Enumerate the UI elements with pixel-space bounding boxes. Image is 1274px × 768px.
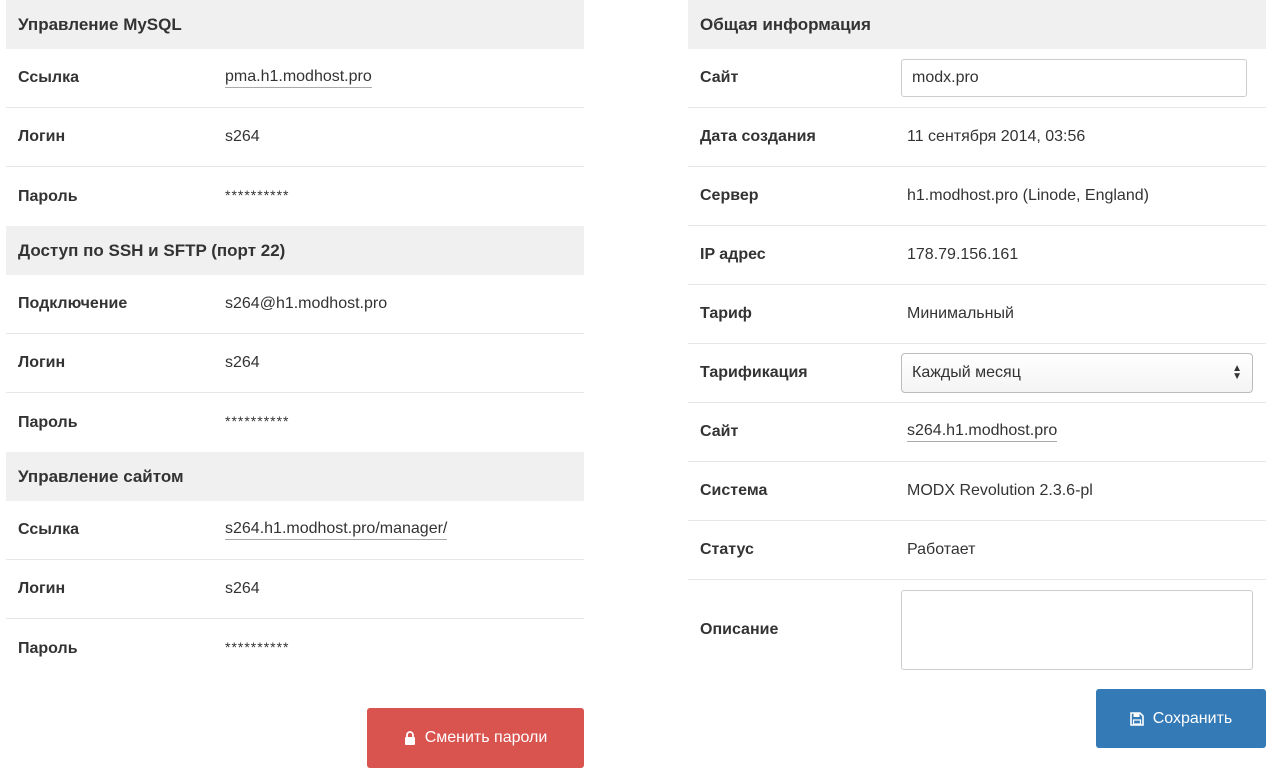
general-section-header: Общая информация (688, 0, 1266, 49)
system-label: Система (700, 482, 768, 499)
site-manager-login-value: s264 (225, 580, 260, 597)
mysql-link-label: Ссылка (18, 69, 79, 86)
ssh-section-header: Доступ по SSH и SFTP (порт 22) (6, 226, 584, 275)
site2-row: Сайт s264.h1.modhost.pro (688, 403, 1266, 462)
select-arrows-icon: ▲ ▼ (1232, 363, 1242, 382)
site-manager-password-value: ********** (225, 638, 290, 655)
status-row: Статус Работает (688, 521, 1266, 580)
tariff-row: Тариф Минимальный (688, 285, 1266, 344)
change-passwords-label: Сменить пароли (424, 729, 548, 746)
lock-icon (404, 731, 415, 745)
tariff-label: Тариф (700, 305, 752, 322)
billing-select[interactable]: Каждый месяц ▲ ▼ (901, 353, 1253, 393)
site-manager-section-header: Управление сайтом (6, 452, 584, 501)
mysql-login-row: Логин s264 (6, 108, 584, 167)
save-label: Сохранить (1152, 709, 1233, 727)
ssh-connection-label: Подключение (18, 295, 128, 312)
site-manager-password-row: Пароль ********** (6, 619, 584, 678)
general-section-title: Общая информация (700, 14, 871, 34)
site2-label: Сайт (700, 423, 739, 440)
ssh-password-value: ********** (225, 412, 290, 429)
site-row: Сайт (688, 49, 1266, 108)
billing-row: Тарификация Каждый месяц ▲ ▼ (688, 344, 1266, 403)
ssh-login-row: Логин s264 (6, 334, 584, 393)
mysql-password-label: Пароль (18, 187, 78, 205)
site-label: Сайт (700, 69, 739, 86)
server-row: Сервер h1.modhost.pro (Linode, England) (688, 167, 1266, 226)
created-row: Дата создания 11 сентября 2014, 03:56 (688, 108, 1266, 167)
ssh-connection-row: Подключение s264@h1.modhost.pro (6, 275, 584, 334)
mysql-password-value: ********** (225, 186, 290, 203)
change-passwords-button[interactable]: Сменить пароли (367, 708, 584, 768)
mysql-login-label: Логин (18, 128, 66, 145)
status-label: Статус (700, 541, 754, 558)
mysql-section-title: Управление MySQL (18, 14, 182, 34)
mysql-password-row: Пароль ********** (6, 167, 584, 226)
site-manager-section-title: Управление сайтом (18, 466, 184, 486)
site-input[interactable] (901, 59, 1247, 97)
mysql-link[interactable]: pma.h1.modhost.pro (225, 68, 372, 88)
created-label: Дата создания (700, 128, 816, 145)
left-panel: Управление MySQL Ссылка pma.h1.modhost.p… (6, 0, 584, 678)
server-label: Сервер (700, 187, 759, 204)
ip-label: IP адрес (700, 246, 766, 263)
ssh-login-value: s264 (225, 354, 260, 371)
description-label: Описание (700, 620, 779, 638)
right-panel: Общая информация Сайт Дата создания 11 с… (688, 0, 1266, 679)
site-manager-link[interactable]: s264.h1.modhost.pro/manager/ (225, 520, 448, 540)
tariff-value: Минимальный (907, 305, 1014, 322)
mysql-login-value: s264 (225, 128, 260, 145)
system-value: MODX Revolution 2.3.6-pl (907, 482, 1093, 499)
ssh-connection-value: s264@h1.modhost.pro (225, 295, 388, 312)
save-icon (1129, 711, 1144, 726)
mysql-link-row: Ссылка pma.h1.modhost.pro (6, 49, 584, 108)
mysql-section-header: Управление MySQL (6, 0, 584, 49)
site-manager-link-label: Ссылка (18, 521, 79, 538)
site-manager-password-label: Пароль (18, 639, 78, 657)
description-row: Описание (688, 580, 1266, 679)
billing-selected-value: Каждый месяц (912, 364, 1021, 381)
system-row: Система MODX Revolution 2.3.6-pl (688, 462, 1266, 521)
ip-row: IP адрес 178.79.156.161 (688, 226, 1266, 285)
server-value: h1.modhost.pro (Linode, England) (907, 187, 1149, 204)
status-value: Работает (907, 541, 976, 558)
billing-label: Тарификация (700, 364, 808, 381)
site-manager-login-row: Логин s264 (6, 560, 584, 619)
save-button[interactable]: Сохранить (1096, 689, 1266, 748)
ssh-login-label: Логин (18, 354, 66, 371)
ip-value: 178.79.156.161 (907, 246, 1019, 263)
ssh-password-row: Пароль ********** (6, 393, 584, 452)
site-manager-link-row: Ссылка s264.h1.modhost.pro/manager/ (6, 501, 584, 560)
site2-link[interactable]: s264.h1.modhost.pro (907, 422, 1058, 442)
created-value: 11 сентября 2014, 03:56 (907, 128, 1086, 145)
description-textarea[interactable] (901, 589, 1253, 670)
site-manager-login-label: Логин (18, 580, 66, 597)
ssh-section-title: Доступ по SSH и SFTP (порт 22) (18, 240, 286, 260)
ssh-password-label: Пароль (18, 413, 78, 431)
